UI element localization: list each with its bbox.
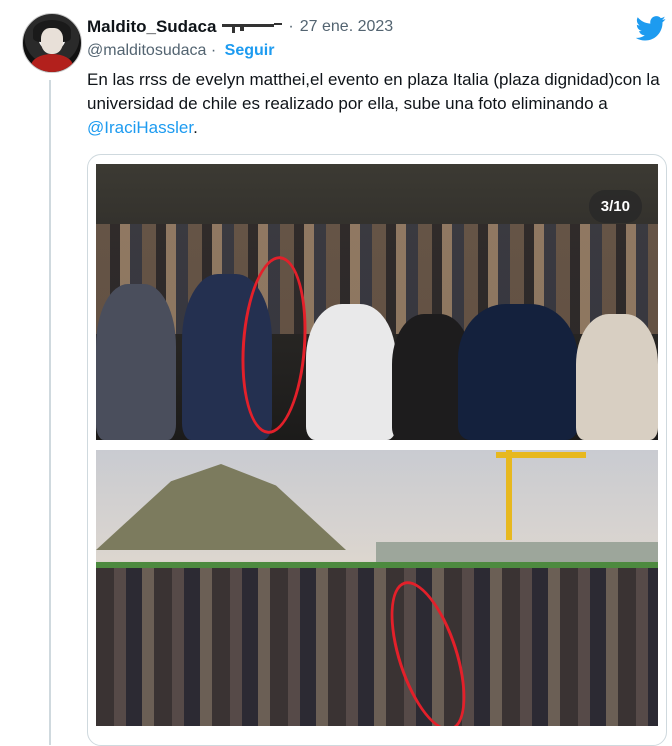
seated-crowd [96, 568, 658, 726]
tweet-header: Maldito_Sudaca · 27 ene. 2023 [87, 16, 393, 38]
crane [506, 450, 512, 540]
avatar[interactable] [22, 13, 82, 73]
tweet-date[interactable]: 27 ene. 2023 [300, 18, 393, 36]
handle-row: @malditosudaca · Seguir [87, 42, 274, 60]
wall [376, 542, 658, 564]
display-name[interactable]: Maldito_Sudaca [87, 17, 216, 37]
twitter-bird-icon[interactable] [636, 16, 666, 41]
photo-bottom[interactable] [96, 450, 658, 726]
tweet-text: En las rrss de evelyn matthei,el evento … [87, 68, 662, 140]
follow-button[interactable]: Seguir [225, 42, 275, 59]
user-handle[interactable]: @malditosudaca [87, 42, 206, 59]
tweet-body-end: . [193, 118, 198, 137]
person-left [96, 284, 176, 440]
person-striped [306, 304, 396, 440]
image-counter: 3/10 [588, 190, 642, 223]
mention-link[interactable]: @IraciHassler [87, 118, 193, 137]
person-right [576, 314, 658, 440]
avatar-body [31, 54, 73, 72]
avatar-face [41, 28, 63, 54]
header-separator: · [288, 18, 294, 35]
hill [96, 464, 346, 550]
thread-line [49, 80, 51, 745]
photo-top[interactable]: 3/10 [96, 164, 658, 440]
person-polo [458, 304, 578, 440]
handle-separator: · [210, 42, 217, 59]
tweet-body: En las rrss de evelyn matthei,el evento … [87, 70, 660, 113]
media-container[interactable]: 3/10 [87, 154, 667, 746]
rifle-emoji-icon [222, 23, 283, 33]
